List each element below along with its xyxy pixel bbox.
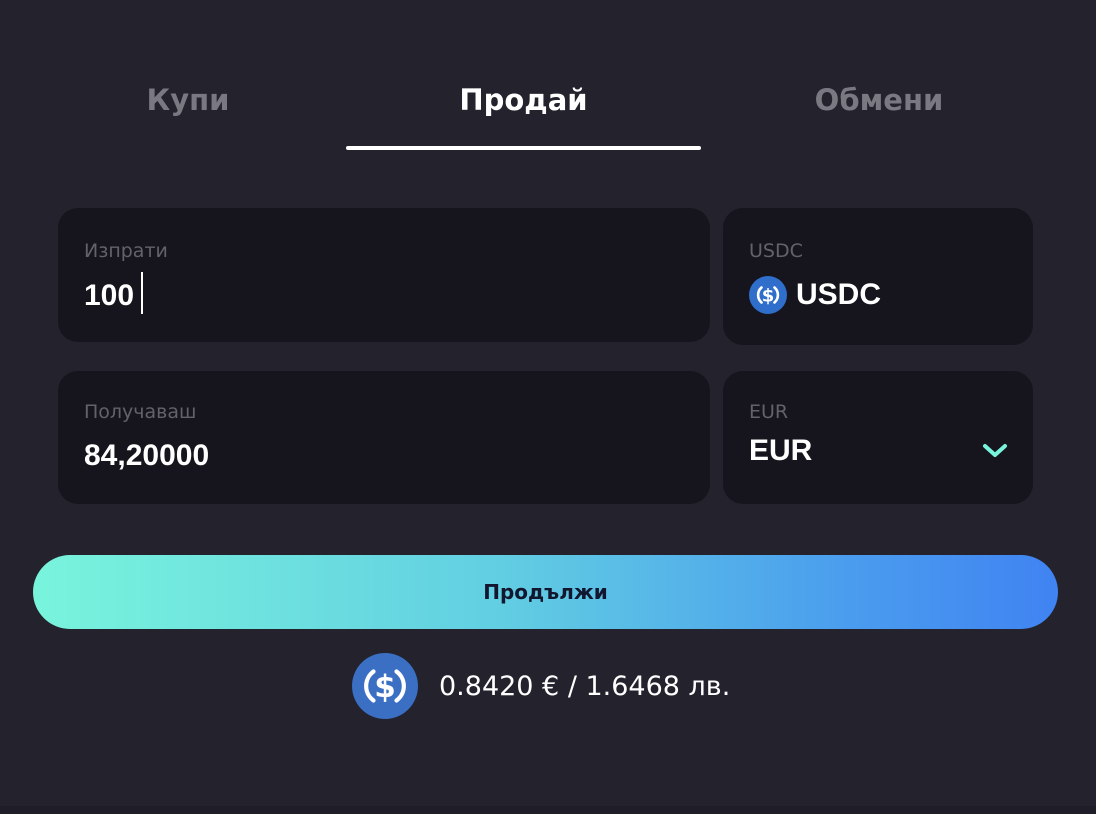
- send-amount-input[interactable]: [84, 274, 684, 318]
- tab-buy-label: Купи: [146, 83, 230, 117]
- continue-button-label: Продължи: [483, 580, 608, 604]
- svg-text:$: $: [374, 669, 396, 705]
- chevron-down-icon: [983, 444, 1007, 457]
- receive-currency-select[interactable]: EUR EUR: [723, 371, 1033, 504]
- bottom-edge: [0, 806, 1096, 814]
- usdc-coin-icon: $: [352, 653, 418, 719]
- exchange-rate-text: 0.8420 € / 1.6468 лв.: [439, 670, 731, 702]
- receive-amount-value: 84,20000: [84, 439, 210, 472]
- tab-buy[interactable]: Купи: [10, 70, 366, 150]
- send-amount-label: Изпрати: [84, 240, 168, 262]
- receive-amount-label: Получаваш: [84, 401, 197, 423]
- exchange-rate: $ 0.8420 € / 1.6468 лв.: [352, 653, 730, 719]
- tab-sell-label: Продай: [459, 83, 588, 117]
- sell-widget: Купи Продай Обмени Изпрати USDC $ USDC П…: [0, 0, 1096, 814]
- send-currency-value: $ USDC: [749, 276, 881, 314]
- tab-sell[interactable]: Продай: [346, 70, 701, 150]
- receive-currency-label: EUR: [749, 401, 789, 423]
- tab-exchange-label: Обмени: [814, 83, 944, 117]
- receive-currency-code: EUR: [749, 434, 813, 467]
- send-currency-code: USDC: [796, 278, 882, 311]
- send-currency-label: USDC: [749, 240, 803, 262]
- send-amount-card: Изпрати: [58, 208, 710, 342]
- send-currency-card: USDC $ USDC: [723, 208, 1033, 345]
- text-caret: [141, 272, 143, 314]
- active-tab-indicator: [346, 146, 701, 150]
- tab-exchange[interactable]: Обмени: [700, 70, 1058, 150]
- continue-button[interactable]: Продължи: [33, 555, 1058, 629]
- receive-amount-card: Получаваш 84,20000: [58, 371, 710, 504]
- usdc-coin-icon: $: [749, 276, 787, 314]
- svg-text:$: $: [762, 286, 775, 307]
- tab-bar: Купи Продай Обмени: [0, 70, 1096, 150]
